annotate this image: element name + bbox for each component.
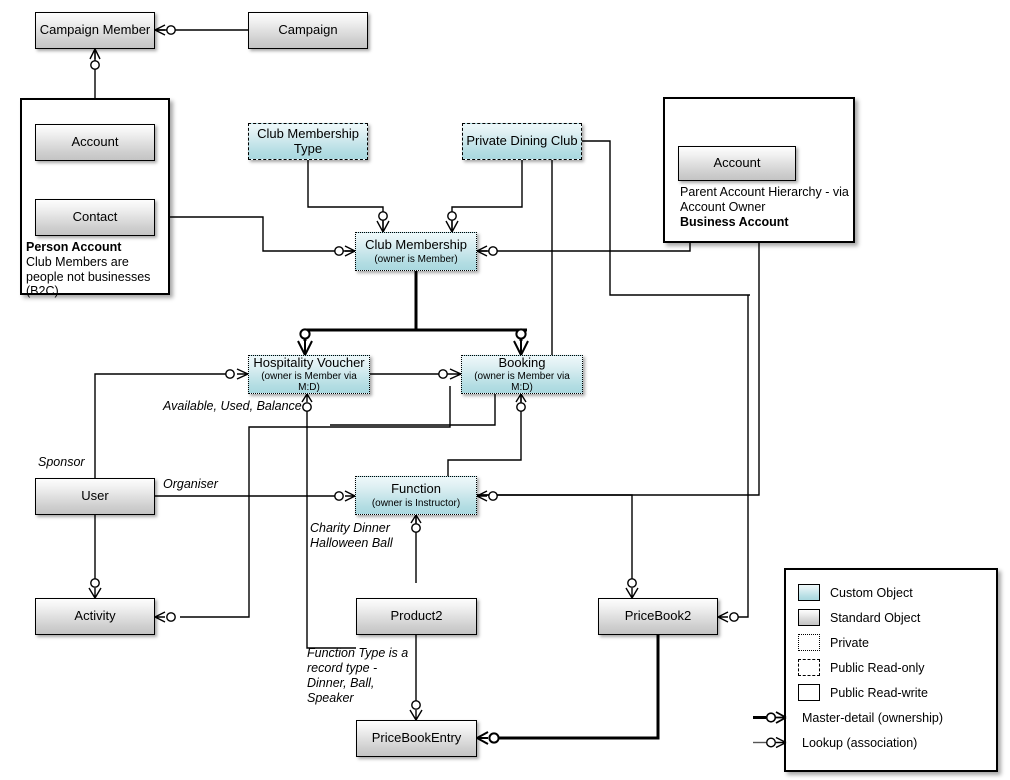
entity-pricebook2[interactable]: PriceBook2	[598, 598, 718, 635]
entity-label: Club Membership Type	[257, 125, 359, 156]
entity-sublabel: (owner is Member)	[374, 253, 458, 265]
person-account-note: Person Account Club Members are people n…	[26, 240, 166, 299]
entity-user[interactable]: User	[35, 478, 155, 515]
legend-row-public-read-write: Public Read-write	[798, 680, 984, 705]
entity-campaign[interactable]: Campaign	[248, 12, 368, 49]
entity-booking[interactable]: Booking (owner is Member via M:D)	[461, 355, 583, 394]
legend-row-custom-object: Custom Object	[798, 580, 984, 605]
entity-label: PriceBookEntry	[371, 730, 462, 746]
erd-canvas: Person Account Club Members are people n…	[0, 0, 1010, 780]
legend-row-standard-object: Standard Object	[798, 605, 984, 630]
legend-label: Public Read-write	[830, 685, 928, 700]
entity-private-dining-club[interactable]: Private Dining Club	[462, 123, 582, 160]
legend-label: Private	[830, 635, 869, 650]
business-account-desc: Parent Account Hierarchy - via Account O…	[680, 185, 849, 214]
legend: Custom Object Standard Object Private Pu…	[753, 568, 998, 772]
business-account-title: Business Account	[680, 214, 789, 229]
business-account-note: Parent Account Hierarchy - via Account O…	[680, 185, 852, 229]
annotation-charity-dinner: Charity Dinner Halloween Ball	[310, 521, 393, 550]
entity-contact[interactable]: Contact	[35, 199, 155, 236]
lookup-line-icon	[753, 736, 787, 749]
annotation-function-type: Function Type is a record type - Dinner,…	[307, 646, 409, 705]
entity-label: Private Dining Club	[466, 133, 578, 149]
entity-function[interactable]: Function (owner is Instructor)	[355, 476, 477, 515]
legend-label: Master-detail (ownership)	[802, 710, 944, 725]
entity-account-business[interactable]: Account	[678, 146, 796, 181]
entity-label: Product2	[390, 608, 443, 624]
person-account-title: Person Account	[26, 240, 122, 254]
entity-activity[interactable]: Activity	[35, 598, 155, 635]
entity-label: Account	[71, 134, 119, 150]
legend-label: Custom Object	[830, 585, 913, 600]
entity-club-membership-type[interactable]: Club Membership Type	[248, 123, 368, 160]
custom-object-swatch-icon	[798, 584, 820, 601]
entity-label: Campaign Member	[39, 22, 151, 38]
entity-club-membership[interactable]: Club Membership (owner is Member)	[355, 232, 477, 271]
private-swatch-icon	[798, 634, 820, 651]
entity-pricebookentry[interactable]: PriceBookEntry	[356, 720, 477, 757]
master-detail-line-icon	[753, 711, 787, 724]
annotation-organiser: Organiser	[163, 477, 218, 491]
annotation-available-used-balance: Available, Used, Balance	[163, 399, 302, 413]
entity-sublabel: (owner is Member via M:D)	[474, 371, 570, 394]
entity-label: Contact	[72, 209, 118, 225]
entity-account-person[interactable]: Account	[35, 124, 155, 161]
legend-row-public-read-only: Public Read-only	[798, 655, 984, 680]
public-read-only-swatch-icon	[798, 659, 820, 676]
legend-row-private: Private	[798, 630, 984, 655]
legend-row-lookup: Lookup (association)	[753, 730, 984, 755]
entity-sublabel: (owner is Member via M:D)	[261, 371, 357, 394]
entity-label: Function	[391, 481, 441, 497]
entity-label: Campaign	[278, 22, 338, 38]
entity-label: Activity	[74, 608, 116, 624]
entity-label: PriceBook2	[624, 608, 692, 624]
entity-label: Booking	[498, 354, 546, 370]
legend-row-master-detail: Master-detail (ownership)	[753, 705, 984, 730]
public-read-write-swatch-icon	[798, 684, 820, 701]
entity-label: User	[81, 488, 109, 504]
entity-label: Club Membership	[365, 237, 467, 253]
annotation-sponsor: Sponsor	[38, 455, 85, 469]
entity-sublabel: (owner is Instructor)	[371, 497, 461, 509]
legend-label: Standard Object	[830, 610, 921, 625]
entity-product2[interactable]: Product2	[356, 598, 477, 635]
person-account-desc: Club Members are people not businesses (…	[26, 254, 151, 299]
legend-label: Public Read-only	[830, 660, 925, 675]
entity-label: Account	[713, 155, 761, 171]
standard-object-swatch-icon	[798, 609, 820, 626]
entity-hospitality-voucher[interactable]: Hospitality Voucher (owner is Member via…	[248, 355, 370, 394]
entity-campaign-member[interactable]: Campaign Member	[35, 12, 155, 49]
entity-label: Hospitality Voucher	[253, 354, 365, 370]
legend-label: Lookup (association)	[802, 735, 918, 750]
